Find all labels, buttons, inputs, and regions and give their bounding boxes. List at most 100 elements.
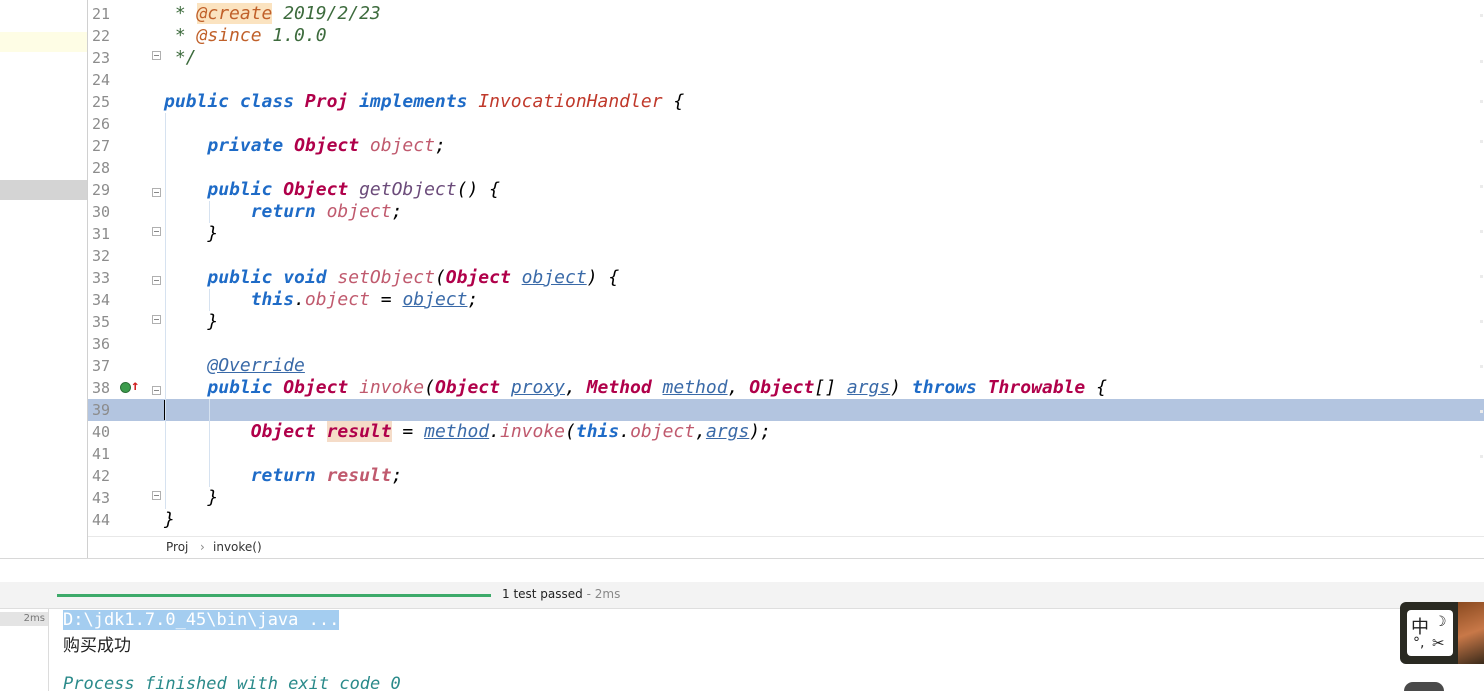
code-token: invoke xyxy=(499,421,566,442)
code-line[interactable]: 34 this.object = object; xyxy=(88,289,1484,311)
scrollbar-marker[interactable] xyxy=(1480,410,1483,413)
line-number[interactable]: 43 xyxy=(92,489,122,507)
fold-toggle-icon[interactable] xyxy=(152,227,161,236)
code-line[interactable]: 44} xyxy=(88,509,1484,531)
code-line[interactable]: 22 * @since 1.0.0 xyxy=(88,25,1484,47)
line-number[interactable]: 38 xyxy=(92,379,122,397)
line-number[interactable]: 26 xyxy=(92,115,122,133)
code-line[interactable]: 38 ↑ public Object invoke(Object proxy, M… xyxy=(88,377,1484,399)
fold-toggle-icon[interactable] xyxy=(152,491,161,500)
code-token: this xyxy=(575,421,620,442)
fold-toggle-icon[interactable] xyxy=(152,315,161,324)
line-number[interactable]: 35 xyxy=(92,313,122,331)
code-line[interactable]: 42 return result; xyxy=(88,465,1484,487)
line-number[interactable]: 23 xyxy=(92,49,122,67)
code-editor[interactable]: 21 * @create 2019/2/23 22 * @since 1.0.0 2… xyxy=(88,0,1484,535)
ime-skin-decoration xyxy=(1458,602,1484,664)
code-line[interactable]: 27 private Object object; xyxy=(88,135,1484,157)
line-number[interactable]: 30 xyxy=(92,203,122,221)
scrollbar-marker[interactable] xyxy=(1480,365,1483,368)
code-line[interactable]: 30 return object; xyxy=(88,201,1484,223)
code-text: } xyxy=(164,312,218,332)
fold-toggle-icon[interactable] xyxy=(152,51,161,60)
line-number[interactable]: 25 xyxy=(92,93,122,111)
code-token: ; xyxy=(391,465,403,486)
line-number[interactable]: 42 xyxy=(92,467,122,485)
line-number[interactable]: 24 xyxy=(92,71,122,89)
code-token: Object xyxy=(445,267,522,288)
scrollbar-marker[interactable] xyxy=(1480,320,1483,323)
scrollbar-marker[interactable] xyxy=(1480,60,1483,63)
scrollbar-marker[interactable] xyxy=(1480,455,1483,458)
code-token: implements xyxy=(359,91,479,112)
line-number[interactable]: 44 xyxy=(92,511,122,529)
line-number[interactable]: 37 xyxy=(92,357,122,375)
code-line[interactable]: 35 } xyxy=(88,311,1484,333)
punctuation-icon[interactable]: °, xyxy=(1413,635,1424,651)
scrollbar-marker[interactable] xyxy=(1480,275,1483,278)
tool-window-header xyxy=(0,558,1484,583)
breadcrumb-class[interactable]: Proj xyxy=(166,537,188,558)
code-token: 2019/2/23 xyxy=(272,3,381,24)
fold-toggle-icon[interactable] xyxy=(152,188,161,197)
ime-toolbar[interactable]: 中 ☽ °, ✂ xyxy=(1400,602,1484,664)
line-number[interactable]: 33 xyxy=(92,269,122,287)
line-number[interactable]: 27 xyxy=(92,137,122,155)
code-line[interactable]: 23 */ xyxy=(88,47,1484,69)
code-token: 1.0.0 xyxy=(261,25,327,46)
project-panel-selected-row[interactable] xyxy=(0,180,87,200)
scrollbar-marker[interactable] xyxy=(1480,140,1483,143)
test-status: 1 test passed - 2ms xyxy=(502,587,620,601)
line-number[interactable]: 40 xyxy=(92,423,122,441)
code-line[interactable]: 21 * @create 2019/2/23 xyxy=(88,3,1484,25)
line-number[interactable]: 41 xyxy=(92,445,122,463)
line-number[interactable]: 39 xyxy=(92,401,122,419)
scrollbar-marker[interactable] xyxy=(1480,230,1483,233)
code-line[interactable]: 24 xyxy=(88,69,1484,91)
code-line[interactable]: 29 public Object getObject() { xyxy=(88,179,1484,201)
test-time-badge: 2ms xyxy=(0,612,48,626)
run-console[interactable]: D:\jdk1.7.0_45\bin\java ... 购买成功 Process… xyxy=(49,609,1484,694)
code-line[interactable]: 37 @Override xyxy=(88,355,1484,377)
code-line[interactable]: 32 xyxy=(88,245,1484,267)
fold-toggle-icon[interactable] xyxy=(152,276,161,285)
code-token: @since xyxy=(196,25,262,46)
line-number[interactable]: 31 xyxy=(92,225,122,243)
line-number[interactable]: 22 xyxy=(92,27,122,45)
code-line[interactable]: 43 } xyxy=(88,487,1484,509)
scrollbar-marker[interactable] xyxy=(1480,185,1483,188)
scrollbar-marker[interactable] xyxy=(1480,100,1483,103)
breadcrumb-method[interactable]: invoke() xyxy=(213,537,262,558)
code-line[interactable]: 33 public void setObject(Object object) … xyxy=(88,267,1484,289)
code-line[interactable]: 40 Object result = method.invoke(this.ob… xyxy=(88,421,1484,443)
code-line[interactable]: 36 xyxy=(88,333,1484,355)
butterfly-icon[interactable]: ✂ xyxy=(1432,634,1445,652)
code-line[interactable]: 39 xyxy=(88,399,1484,421)
moon-icon[interactable]: ☽ xyxy=(1434,614,1447,630)
line-number[interactable]: 21 xyxy=(92,5,122,23)
indent-guide xyxy=(209,201,210,223)
scrollbar-marker[interactable] xyxy=(1480,14,1483,17)
code-line[interactable]: 25 public class Proj implements Invocatio… xyxy=(88,91,1484,113)
code-line[interactable]: 31 } xyxy=(88,223,1484,245)
code-token: ( xyxy=(424,377,435,398)
ime-panel[interactable]: 中 ☽ °, ✂ xyxy=(1407,610,1453,656)
floating-widget[interactable] xyxy=(1404,682,1444,691)
code-text: return object; xyxy=(164,202,403,222)
line-number[interactable]: 29 xyxy=(92,181,122,199)
fold-toggle-icon[interactable] xyxy=(152,386,161,395)
code-token: object xyxy=(521,267,587,288)
line-number[interactable]: 28 xyxy=(92,159,122,177)
line-number[interactable]: 36 xyxy=(92,335,122,353)
test-tree[interactable]: 2ms xyxy=(0,609,49,691)
line-number[interactable]: 34 xyxy=(92,291,122,309)
code-line[interactable]: 26 xyxy=(88,113,1484,135)
project-panel[interactable] xyxy=(0,0,88,558)
line-number[interactable]: 32 xyxy=(92,247,122,265)
indent-guide xyxy=(209,289,210,311)
code-line[interactable]: 28 xyxy=(88,157,1484,179)
code-text: * @create 2019/2/23 xyxy=(164,3,381,24)
code-line[interactable]: 41 xyxy=(88,443,1484,465)
